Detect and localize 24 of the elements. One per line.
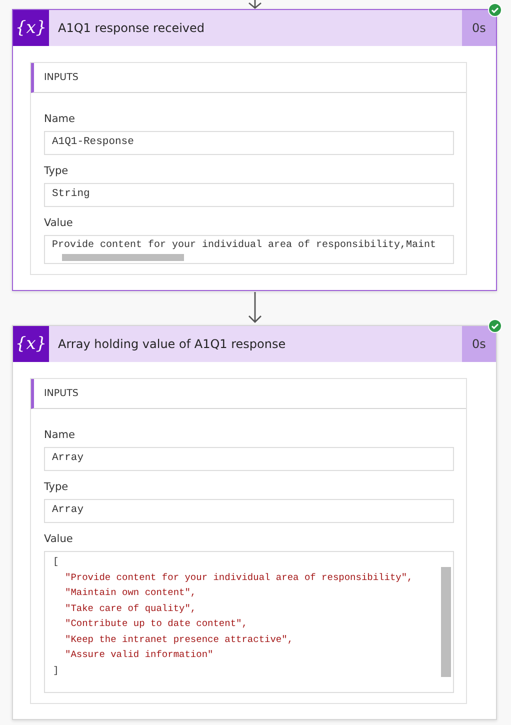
section-header: INPUTS bbox=[31, 379, 466, 409]
text-field[interactable]: Array bbox=[44, 447, 454, 471]
field-label: Name bbox=[44, 113, 76, 125]
action-card[interactable]: {x} A1Q1 response received 0s INPUTS Name A1Q1-Response Type String Value Provide content for your individual area of responsibility,Maint bbox=[12, 9, 497, 291]
card-title: Array holding value of A1Q1 response bbox=[57, 336, 287, 353]
field-label: Name bbox=[44, 429, 76, 441]
scrollbar-thumb[interactable] bbox=[441, 567, 451, 677]
field-label: Value bbox=[44, 217, 74, 229]
section-header: INPUTS bbox=[31, 63, 466, 93]
duration-label: 0s bbox=[462, 326, 496, 362]
variable-icon: {x} bbox=[15, 334, 47, 354]
variable-icon: {x} bbox=[15, 18, 47, 38]
text-field[interactable]: String bbox=[44, 183, 454, 207]
value-field[interactable]: Provide content for your individual area of responsibility,Maint bbox=[44, 235, 454, 264]
field-label: Value bbox=[44, 533, 74, 545]
text-field[interactable]: A1Q1-Response bbox=[44, 131, 454, 155]
duration-label: 0s bbox=[462, 10, 496, 46]
field-label: Type bbox=[44, 481, 70, 493]
field-label: Type bbox=[44, 165, 70, 177]
action-card[interactable] bbox=[12, 325, 497, 720]
scrollbar-thumb[interactable] bbox=[62, 254, 184, 261]
card-title: A1Q1 response received bbox=[57, 20, 206, 37]
text-field[interactable]: Array bbox=[44, 499, 454, 523]
code-field[interactable]: [ "Provide content for your individual area of responsibility", "Maintain own content", "Take care of quality", "Contribute up to date content", "Keep the intranet presence attractive", "Assure valid information" ] bbox=[44, 551, 454, 693]
